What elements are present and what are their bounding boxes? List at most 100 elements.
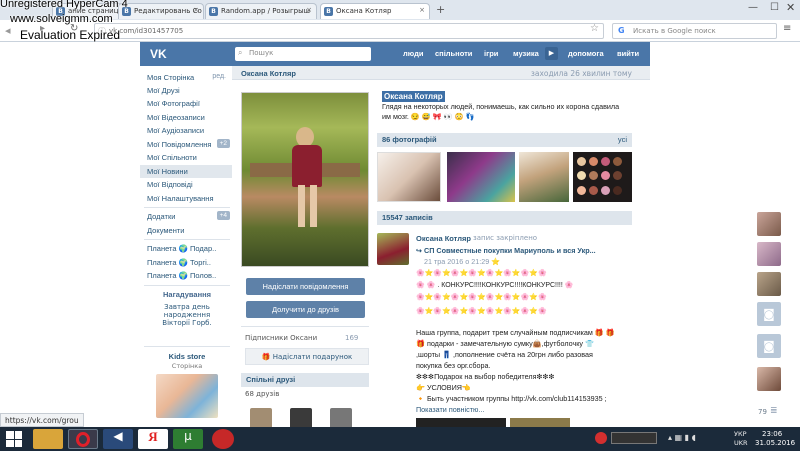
reminder-text[interactable]: народження <box>144 311 230 319</box>
photos-all-link[interactable]: усі <box>618 135 627 144</box>
post-decoration: 🌸⭐🌸⭐🌸⭐🌸⭐🌸⭐🌸⭐🌸⭐🌸 <box>416 270 547 277</box>
nav-music[interactable]: музика <box>513 49 539 58</box>
speaker-icon[interactable]: ◀ <box>103 429 133 449</box>
yandex-icon[interactable]: Я <box>138 429 168 449</box>
subscribers-count[interactable]: 169 <box>345 334 358 342</box>
close-icon[interactable]: × <box>193 6 199 14</box>
sidebar-item-messages[interactable]: Мої Повідомлення +2 <box>140 138 232 151</box>
clock-date[interactable]: 31.05.2016 <box>755 439 795 447</box>
close-window-button[interactable]: ✕ <box>786 1 795 14</box>
people-icon[interactable]: ≣ <box>770 406 778 416</box>
profile-main: Оксана Котляр заходила 26 хвилин тому На… <box>232 66 650 430</box>
lang-indicator-2[interactable]: UKR <box>734 439 748 447</box>
post-author[interactable]: Оксана Котляр <box>416 234 471 243</box>
record-tray-icon[interactable] <box>595 432 607 444</box>
status-line-1[interactable]: Глядя на некоторых людей, понимаешь, как… <box>382 102 619 111</box>
post-author-avatar[interactable] <box>377 233 409 265</box>
recorder-tray-panel[interactable] <box>611 432 657 444</box>
vk-header: VK ⌕ Пошук люди спільноти ігри музика ▶ д… <box>140 42 650 66</box>
nav-help[interactable]: допомога <box>568 49 604 58</box>
status-line-2[interactable]: им мозг. 😏 😅 🎀 👀 😳 👣 <box>382 112 475 121</box>
sidebar-item-videos[interactable]: Мої Відеозаписи <box>140 111 232 124</box>
post-date[interactable]: 21 тра 2016 о 21:29 ⭐ <box>424 257 500 266</box>
close-icon[interactable]: × <box>306 6 312 14</box>
nav-games[interactable]: ігри <box>484 49 498 58</box>
post-pinned: запис закріплено <box>473 234 538 242</box>
sidebar-item-friends[interactable]: Мої Друзі <box>140 84 232 97</box>
photo-thumbnail[interactable] <box>573 152 632 202</box>
play-icon[interactable]: ▶ <box>545 47 558 60</box>
photo-thumbnail[interactable] <box>377 152 441 202</box>
add-friend-button[interactable]: Долучити до друзів <box>246 301 365 318</box>
tab-favicon: В <box>324 7 333 16</box>
browser-tab-active[interactable]: В Оксана Котляр × <box>320 3 430 19</box>
sidebar-item-settings[interactable]: Мої Налаштування <box>140 192 232 205</box>
google-search-field[interactable]: G Искать в Google поиск <box>612 23 777 39</box>
sidebar-item-game[interactable]: Планета 🌍 Полов.. <box>140 269 232 282</box>
apps-badge: +4 <box>216 211 230 220</box>
opera-icon[interactable] <box>68 429 98 449</box>
send-message-button[interactable]: Надіслати повідомлення <box>246 278 365 295</box>
star-icon[interactable]: ☆ <box>590 23 599 34</box>
clock-time[interactable]: 23:06 <box>762 430 782 438</box>
watermark-line-2: www.solveigmm.com <box>10 13 113 25</box>
nav-logout[interactable]: вийти <box>617 49 639 58</box>
right-avatar-strip: ◙ ◙ 79 ≣ <box>754 212 784 422</box>
nav-communities[interactable]: спільноти <box>435 49 472 58</box>
menu-icon[interactable]: ≡ <box>783 23 791 34</box>
subscribers-label[interactable]: Підписники Оксани <box>245 334 317 342</box>
tray-icons[interactable]: ▴ ▦ ▮ ◖ <box>668 433 696 442</box>
reminder-text[interactable]: Завтра день <box>144 303 230 311</box>
sidebar-item-my-page[interactable]: Моя Сторінка ред. <box>140 71 232 84</box>
url-field[interactable]: ⓘ vk.com/id301457705 <box>94 23 604 39</box>
post-repost-source[interactable]: ↪ СП Совместные покупки Мариуполь и вся … <box>416 246 596 255</box>
sidebar-item-photos[interactable]: Мої Фотографії <box>140 97 232 110</box>
photo-thumbnail[interactable] <box>519 152 569 202</box>
avatar[interactable] <box>757 242 781 266</box>
utorrent-icon[interactable]: µ <box>173 429 203 449</box>
sidebar-item-communities[interactable]: Мої Спільноти <box>140 151 232 164</box>
edit-link[interactable]: ред. <box>212 73 226 80</box>
ad-block[interactable]: Kids store Сторінка <box>144 352 230 418</box>
camera-placeholder-icon[interactable]: ◙ <box>757 302 781 326</box>
new-tab-button[interactable]: + <box>436 3 445 16</box>
online-counter[interactable]: 79 <box>758 408 767 416</box>
back-icon[interactable]: ◂ <box>5 24 11 37</box>
file-explorer-icon[interactable] <box>33 429 63 449</box>
wall-header: 15547 записів <box>377 211 632 225</box>
last-seen: заходила 26 хвилин тому <box>530 69 632 78</box>
sidebar-item-documents[interactable]: Документи <box>140 224 232 237</box>
sidebar-item-replies[interactable]: Мої Відповіді <box>140 178 232 191</box>
photos-header[interactable]: 86 фотографій усі <box>377 133 632 147</box>
minimize-button[interactable]: — <box>748 2 758 13</box>
lang-indicator[interactable]: УКР <box>734 430 747 438</box>
photo-thumbnail[interactable] <box>447 152 515 202</box>
nav-people[interactable]: люди <box>403 49 423 58</box>
sidebar-item-apps[interactable]: Додатки +4 <box>140 210 232 223</box>
camera-placeholder-icon[interactable]: ◙ <box>757 334 781 358</box>
sidebar-item-game[interactable]: Планета 🌍 Подар.. <box>140 242 232 255</box>
avatar[interactable] <box>757 272 781 296</box>
close-icon[interactable]: × <box>419 6 425 14</box>
recorder-icon[interactable] <box>212 429 234 449</box>
post-text: ❇❇❇Подарок на выбор победителя❇❇❇ <box>416 372 555 381</box>
ad-title[interactable]: Kids store <box>144 352 230 361</box>
reminder-text[interactable]: Вікторії Горб. <box>144 319 230 327</box>
maximize-button[interactable]: ☐ <box>770 2 779 13</box>
send-gift-button[interactable]: 🎁 Надіслати подарунок <box>245 348 369 365</box>
show-more-link[interactable]: Показати повністю... <box>416 405 484 414</box>
vk-logo[interactable]: VK <box>150 47 167 61</box>
common-friends-header[interactable]: Спільні друзі <box>241 373 369 387</box>
browser-tab[interactable]: В Редактировань Со × <box>118 3 204 19</box>
post-text[interactable]: 🔸 Быть участником группы http://vk.com/c… <box>416 394 607 403</box>
sidebar-item-game[interactable]: Планета 🌍 Торгі.. <box>140 256 232 269</box>
avatar[interactable] <box>757 212 781 236</box>
profile-photo[interactable] <box>241 92 369 267</box>
avatar[interactable] <box>757 367 781 391</box>
sidebar-item-news[interactable]: Мої Новини <box>140 165 232 178</box>
windows-start-icon[interactable] <box>6 431 22 447</box>
browser-tab[interactable]: В Random.app / Розыгрыш × <box>205 3 317 19</box>
ad-image[interactable] <box>156 374 218 418</box>
sidebar-item-audio[interactable]: Мої Аудіозаписи <box>140 124 232 137</box>
vk-search-input[interactable]: ⌕ Пошук <box>235 47 371 61</box>
